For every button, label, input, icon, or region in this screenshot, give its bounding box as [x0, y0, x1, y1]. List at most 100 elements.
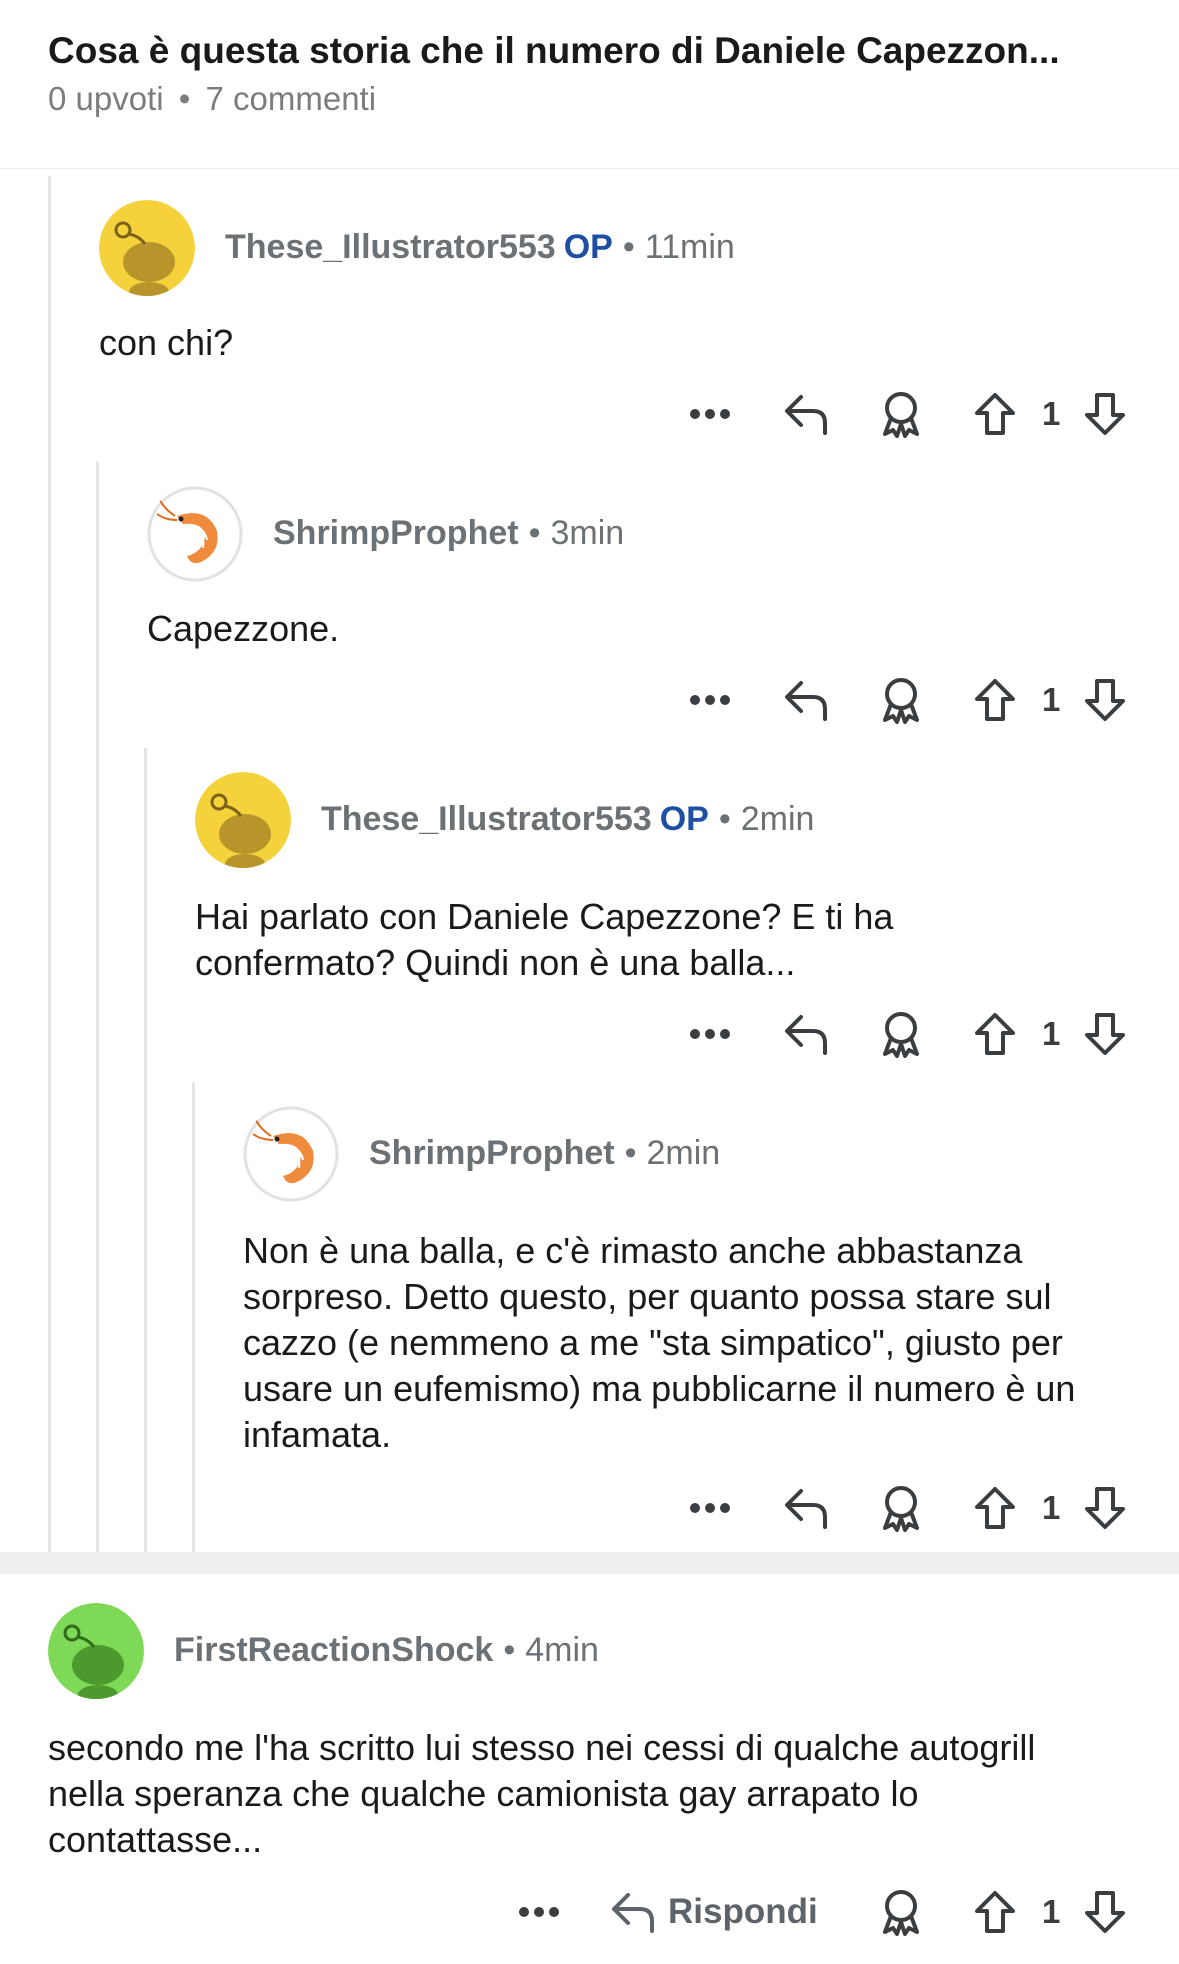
downvote-icon — [1085, 393, 1125, 435]
comment-body: Capezzone. — [147, 608, 340, 649]
comment-body: Non è una balla, e c'è rimasto anche abb… — [243, 1230, 1076, 1455]
post-title[interactable]: Cosa è questa storia che il numero di Da… — [48, 30, 1128, 72]
username[interactable]: FirstReactionShock — [174, 1631, 493, 1669]
upvote-button[interactable] — [970, 1882, 1020, 1942]
post-meta: 0 upvoti • 7 commenti — [48, 80, 376, 118]
avatar[interactable] — [195, 772, 291, 868]
reply-label: Rispondi — [668, 1892, 818, 1931]
comment-meta: ShrimpProphet • 2min — [369, 1134, 720, 1173]
comment-actions: 1 — [0, 1004, 1179, 1064]
award-button[interactable] — [876, 670, 926, 730]
award-icon — [883, 392, 919, 438]
award-button[interactable] — [876, 1478, 926, 1538]
vote-count: 1 — [1042, 1893, 1061, 1930]
comment-actions: 1 — [0, 1478, 1179, 1538]
comment-time: 2min — [646, 1134, 721, 1172]
reply-icon — [785, 1489, 827, 1529]
comment-time: 4min — [525, 1631, 599, 1669]
upvote-button[interactable] — [970, 670, 1020, 730]
op-badge: OP — [659, 800, 709, 838]
op-badge: OP — [563, 228, 613, 266]
comment-time: 2min — [740, 800, 815, 838]
award-icon — [883, 1890, 919, 1936]
comment-meta: These_Illustrator553 OP • 11min — [225, 228, 735, 267]
username[interactable]: These_Illustrator553 — [225, 228, 556, 266]
downvote-icon — [1085, 1013, 1125, 1055]
more-button[interactable] — [686, 1478, 734, 1538]
meta-separator: • — [528, 514, 541, 552]
comment-actions: 1 — [0, 670, 1179, 730]
downvote-button[interactable] — [1080, 384, 1130, 444]
reply-button[interactable] — [780, 1004, 834, 1064]
more-button[interactable] — [686, 670, 734, 730]
award-button[interactable] — [876, 1882, 926, 1942]
downvote-button[interactable] — [1080, 1004, 1130, 1064]
downvote-icon — [1085, 1891, 1125, 1933]
upvote-icon — [975, 679, 1015, 721]
avatar[interactable] — [243, 1106, 339, 1202]
more-button[interactable] — [686, 384, 734, 444]
downvote-button[interactable] — [1080, 670, 1130, 730]
comment-body: con chi? — [99, 322, 234, 363]
comment-actions: Rispondi 1 — [0, 1882, 1179, 1942]
post-header: Cosa è questa storia che il numero di Da… — [0, 0, 1179, 169]
avatar[interactable] — [99, 200, 195, 296]
vote-count: 1 — [1042, 681, 1061, 718]
downvote-button[interactable] — [1080, 1882, 1130, 1942]
more-icon — [690, 695, 730, 705]
snoo-avatar-icon — [195, 772, 291, 868]
comment-time: 11min — [644, 228, 735, 266]
reply-icon — [785, 1015, 827, 1055]
award-button[interactable] — [876, 1004, 926, 1064]
upvote-button[interactable] — [970, 1478, 1020, 1538]
meta-separator: • — [624, 1134, 637, 1172]
avatar[interactable] — [48, 1603, 144, 1699]
reply-icon — [612, 1893, 654, 1933]
upvote-button[interactable] — [970, 384, 1020, 444]
more-icon — [690, 1503, 730, 1513]
more-button[interactable] — [686, 1004, 734, 1064]
comment-actions: 1 — [0, 384, 1179, 444]
comment-body: secondo me l'ha scritto lui stesso nei c… — [48, 1727, 1036, 1860]
username[interactable]: ShrimpProphet — [369, 1134, 615, 1172]
upvote-icon — [975, 1891, 1015, 1933]
more-icon — [690, 1029, 730, 1039]
comment-meta: ShrimpProphet • 3min — [273, 514, 624, 553]
comment-time: 3min — [550, 514, 625, 552]
award-icon — [883, 678, 919, 724]
thread-line-level-1[interactable] — [48, 176, 51, 1552]
username[interactable]: ShrimpProphet — [273, 514, 519, 552]
reply-button[interactable] — [780, 1478, 834, 1538]
comment-count: 7 commenti — [205, 80, 377, 117]
reply-icon — [785, 681, 827, 721]
more-icon — [519, 1907, 559, 1917]
avatar[interactable] — [147, 486, 243, 582]
downvote-button[interactable] — [1080, 1478, 1130, 1538]
upvote-icon — [975, 1013, 1015, 1055]
username[interactable]: These_Illustrator553 — [321, 800, 652, 838]
more-icon — [690, 409, 730, 419]
reply-icon — [785, 395, 827, 435]
reply-button[interactable] — [780, 384, 834, 444]
downvote-icon — [1085, 679, 1125, 721]
meta-separator: • — [622, 228, 635, 266]
reply-button[interactable]: Rispondi — [610, 1882, 830, 1942]
upvote-count: 0 upvoti — [48, 80, 164, 117]
snoo-avatar-icon — [48, 1603, 144, 1699]
award-icon — [883, 1486, 919, 1532]
upvote-icon — [975, 1487, 1015, 1529]
comment-meta: FirstReactionShock • 4min — [174, 1631, 599, 1670]
vote-count: 1 — [1042, 1015, 1061, 1052]
more-button[interactable] — [515, 1882, 563, 1942]
thread-divider — [0, 1552, 1179, 1574]
shrimp-avatar-icon — [243, 1106, 339, 1202]
meta-separator: • — [503, 1631, 516, 1669]
upvote-button[interactable] — [970, 1004, 1020, 1064]
upvote-icon — [975, 393, 1015, 435]
reply-button[interactable] — [780, 670, 834, 730]
vote-count: 1 — [1042, 395, 1061, 432]
award-button[interactable] — [876, 384, 926, 444]
downvote-icon — [1085, 1487, 1125, 1529]
thread-line-level-3[interactable] — [144, 748, 147, 1552]
meta-separator: • — [718, 800, 731, 838]
